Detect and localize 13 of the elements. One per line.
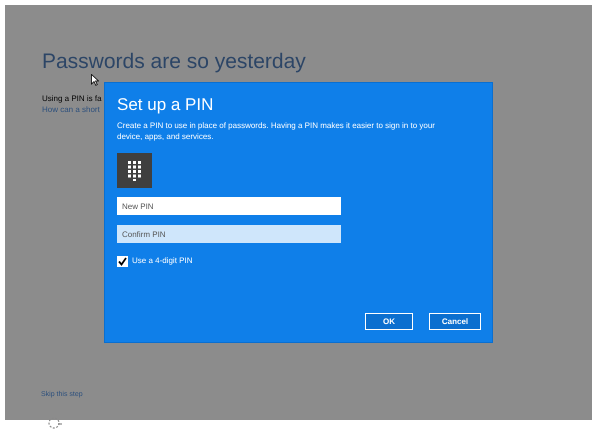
cursor-icon [91,74,99,86]
ok-button[interactable]: OK [365,313,413,330]
checkbox-label: Use a 4-digit PIN [132,255,192,267]
pin-field[interactable]: Confirm PIN [117,225,341,243]
help-link[interactable]: How can a short [42,104,102,115]
cancel-button[interactable]: Cancel [429,313,481,330]
dialog-description: Create a PIN to use in place of passwords. Having a PIN makes it easier to sign in to your device, apps, and services. [117,120,436,142]
keypad-icon [117,153,152,188]
body-text: Using a PIN is fa [42,93,102,104]
checkbox[interactable] [117,256,128,266]
dialog-title: Set up a PIN [117,95,214,115]
pin-field[interactable]: New PIN [117,197,341,215]
page-title: Passwords are so yesterday [42,51,306,73]
